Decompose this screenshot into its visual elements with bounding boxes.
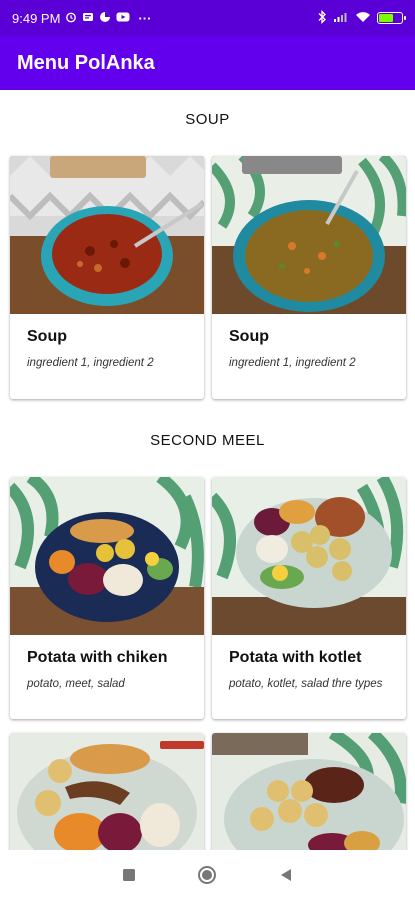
dish-name: Potata with chiken — [27, 649, 168, 666]
dish-photo — [10, 477, 204, 635]
battery-icon — [377, 12, 406, 24]
dish-name: Soup — [229, 328, 269, 345]
alarm-icon — [65, 11, 77, 26]
signal-icon — [333, 11, 349, 26]
youtube-icon — [116, 11, 130, 26]
notification-icon — [82, 11, 94, 26]
menu-card-second-4[interactable] — [212, 733, 406, 850]
home-icon[interactable] — [195, 863, 219, 887]
dish-photo — [212, 156, 406, 314]
dish-ingredients: potato, meet, salad — [27, 678, 125, 690]
back-icon[interactable] — [274, 863, 298, 887]
app-title: Menu PolAnka — [17, 51, 155, 74]
dish-photo — [10, 733, 204, 850]
system-nav-bar — [0, 850, 415, 900]
dish-ingredients: ingredient 1, ingredient 2 — [229, 357, 356, 369]
status-bar: 9:49 PM ··· — [0, 0, 415, 36]
more-icon: ··· — [138, 10, 152, 26]
section-title-second-meel: SECOND MEEL — [150, 432, 265, 449]
dish-ingredients: potato, kotlet, salad thre types — [229, 678, 383, 690]
wifi-icon — [355, 11, 371, 26]
dish-photo — [212, 477, 406, 635]
status-time: 9:49 PM — [12, 10, 61, 26]
section-title-soup: SOUP — [185, 111, 230, 128]
bluetooth-icon — [317, 9, 327, 27]
recents-icon[interactable] — [117, 863, 141, 887]
menu-card-second-2[interactable]: Potata with kotlet potato, kotlet, salad… — [212, 477, 406, 719]
dish-name: Soup — [27, 328, 67, 345]
menu-card-soup-1[interactable]: Soup ingredient 1, ingredient 2 — [10, 156, 204, 399]
menu-card-second-3[interactable] — [10, 733, 204, 850]
app-icon — [99, 11, 111, 26]
dish-photo — [10, 156, 204, 314]
app-bar: Menu PolAnka — [0, 36, 415, 90]
menu-list[interactable]: SOUP Soup ingredient 1, ingredient 2 Sou… — [0, 90, 415, 850]
menu-card-second-1[interactable]: Potata with chiken potato, meet, salad — [10, 477, 204, 719]
menu-card-soup-2[interactable]: Soup ingredient 1, ingredient 2 — [212, 156, 406, 399]
dish-ingredients: ingredient 1, ingredient 2 — [27, 357, 154, 369]
dish-photo — [212, 733, 406, 850]
dish-name: Potata with kotlet — [229, 649, 362, 666]
